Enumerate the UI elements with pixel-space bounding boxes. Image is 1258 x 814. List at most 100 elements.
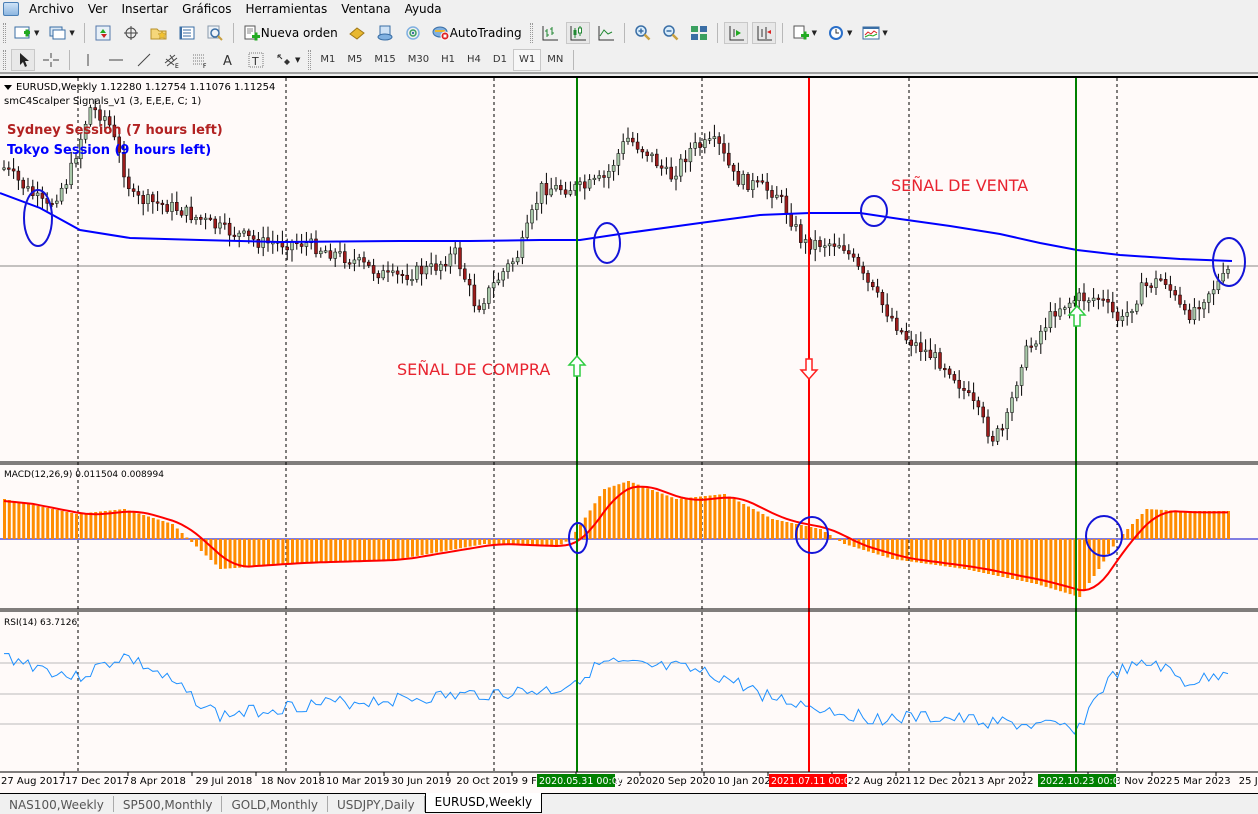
timeframe-h1[interactable]: H1 xyxy=(435,49,461,71)
equidistant-channel-tool[interactable]: E xyxy=(160,49,184,71)
chart-window[interactable]: EURUSD,Weekly 1.12280 1.12754 1.11076 1.… xyxy=(0,76,1258,793)
candle xyxy=(866,272,870,283)
candle xyxy=(578,181,582,185)
candle xyxy=(328,250,333,259)
indicators-button[interactable]: ▼ xyxy=(789,22,820,44)
periods-button[interactable]: ▼ xyxy=(824,22,855,44)
svg-text:T: T xyxy=(251,55,259,68)
candle xyxy=(995,428,1000,442)
market-watch-button[interactable] xyxy=(91,22,115,44)
templates-button[interactable]: ▼ xyxy=(859,22,890,44)
symbol-header: EURUSD,Weekly 1.12280 1.12754 1.11076 1.… xyxy=(16,82,275,93)
new-chart-button[interactable]: ▼ xyxy=(11,22,42,44)
strategy-tester-button[interactable] xyxy=(203,22,227,44)
chart-canvas[interactable]: EURUSD,Weekly 1.12280 1.12754 1.11076 1.… xyxy=(0,78,1258,795)
zoom-out-button[interactable] xyxy=(659,22,683,44)
candle xyxy=(746,174,750,190)
candle xyxy=(424,266,429,275)
menu-bar: Archivo Ver Insertar Gráficos Herramient… xyxy=(0,0,1258,18)
macd-bar xyxy=(641,486,645,539)
macd-bar xyxy=(223,539,227,569)
bar-chart-button[interactable] xyxy=(538,22,562,44)
menu-archivo[interactable]: Archivo xyxy=(23,0,82,18)
timeframe-m15[interactable]: M15 xyxy=(368,49,401,71)
candle xyxy=(410,279,414,282)
tab-eurusd[interactable]: EURUSD,Weekly xyxy=(424,793,543,813)
profiles-button[interactable]: ▼ xyxy=(46,22,77,44)
menu-ventana[interactable]: Ventana xyxy=(335,0,398,18)
signals-button[interactable] xyxy=(401,22,425,44)
arrows-tool[interactable]: ▼ xyxy=(272,49,303,71)
tab-sp500[interactable]: SP500,Monthly xyxy=(114,796,223,812)
menu-herramientas[interactable]: Herramientas xyxy=(240,0,336,18)
candle xyxy=(597,175,601,179)
timeframe-w1[interactable]: W1 xyxy=(512,49,542,71)
text-tool[interactable]: A xyxy=(216,49,240,71)
macd-bar xyxy=(276,539,280,565)
horizontal-line-tool[interactable] xyxy=(104,49,128,71)
data-window-button[interactable] xyxy=(119,22,143,44)
macd-bar xyxy=(367,539,371,562)
vertical-line-tool[interactable] xyxy=(76,49,100,71)
fibonacci-icon: F xyxy=(191,52,209,68)
fibonacci-tool[interactable]: F xyxy=(188,49,212,71)
candle xyxy=(1019,367,1024,386)
cursor-tool[interactable] xyxy=(11,49,35,71)
menu-ayuda[interactable]: Ayuda xyxy=(399,0,450,18)
crosshair-tool[interactable] xyxy=(39,49,63,71)
autotrading-button[interactable]: AutoTrading xyxy=(429,22,525,44)
macd-bar xyxy=(190,539,194,542)
candle xyxy=(367,261,371,266)
text-label-tool[interactable]: T xyxy=(244,49,268,71)
candlestick-button[interactable] xyxy=(565,22,590,44)
chart-shift-button[interactable] xyxy=(751,22,776,44)
macd-bar xyxy=(871,539,875,553)
candle xyxy=(669,166,673,180)
menu-ver[interactable]: Ver xyxy=(82,0,116,18)
tab-gold[interactable]: GOLD,Monthly xyxy=(222,796,328,812)
tile-windows-button[interactable] xyxy=(687,22,711,44)
candle xyxy=(59,187,64,202)
metaeditor-button[interactable] xyxy=(345,22,369,44)
timeframe-m30[interactable]: M30 xyxy=(402,49,435,71)
macd-bar xyxy=(847,539,851,546)
candle xyxy=(127,176,131,190)
line-chart-button[interactable] xyxy=(594,22,618,44)
timeframe-d1[interactable]: D1 xyxy=(487,49,513,71)
menu-graficos[interactable]: Gráficos xyxy=(176,0,239,18)
navigator-button[interactable] xyxy=(147,22,171,44)
tab-nas100[interactable]: NAS100,Weekly xyxy=(0,796,114,812)
candle xyxy=(981,406,985,418)
market-button[interactable] xyxy=(373,22,397,44)
trendline-tool[interactable] xyxy=(132,49,156,71)
timeframe-mn[interactable]: MN xyxy=(541,49,569,71)
timeframe-h4[interactable]: H4 xyxy=(461,49,487,71)
buy-arrow-icon xyxy=(567,354,587,377)
svg-text:A: A xyxy=(223,54,232,68)
macd-bar xyxy=(1102,539,1106,562)
menu-insertar[interactable]: Insertar xyxy=(115,0,176,18)
candle xyxy=(775,194,779,198)
standard-toolbar: ▼ ▼ Nueva orden AutoTrading ▼ ▼ ▼ xyxy=(0,20,1258,46)
macd-bar xyxy=(727,496,731,539)
tab-usdjpy[interactable]: USDJPY,Daily xyxy=(328,796,425,812)
terminal-button[interactable] xyxy=(175,22,199,44)
timeframe-m5[interactable]: M5 xyxy=(341,49,368,71)
time-label: 17 Dec 2017 xyxy=(65,776,129,787)
tokyo-session-label: Tokyo Session (9 hours left) xyxy=(7,143,211,158)
candle xyxy=(789,213,793,227)
collapse-triangle-icon[interactable] xyxy=(4,85,12,90)
time-label: 20 Sep 2020 xyxy=(652,776,715,787)
candle xyxy=(909,339,913,346)
autoscroll-button[interactable] xyxy=(723,22,748,44)
macd-bar xyxy=(1015,539,1019,580)
macd-bar xyxy=(324,539,328,563)
candle xyxy=(64,184,69,189)
macd-bar xyxy=(799,525,803,539)
zoom-in-button[interactable] xyxy=(631,22,655,44)
new-order-button[interactable]: Nueva orden xyxy=(240,22,341,44)
toolbar-grip[interactable] xyxy=(3,23,6,43)
macd-bar xyxy=(1169,510,1173,539)
macd-bar xyxy=(1212,511,1216,539)
timeframe-m1[interactable]: M1 xyxy=(314,49,341,71)
